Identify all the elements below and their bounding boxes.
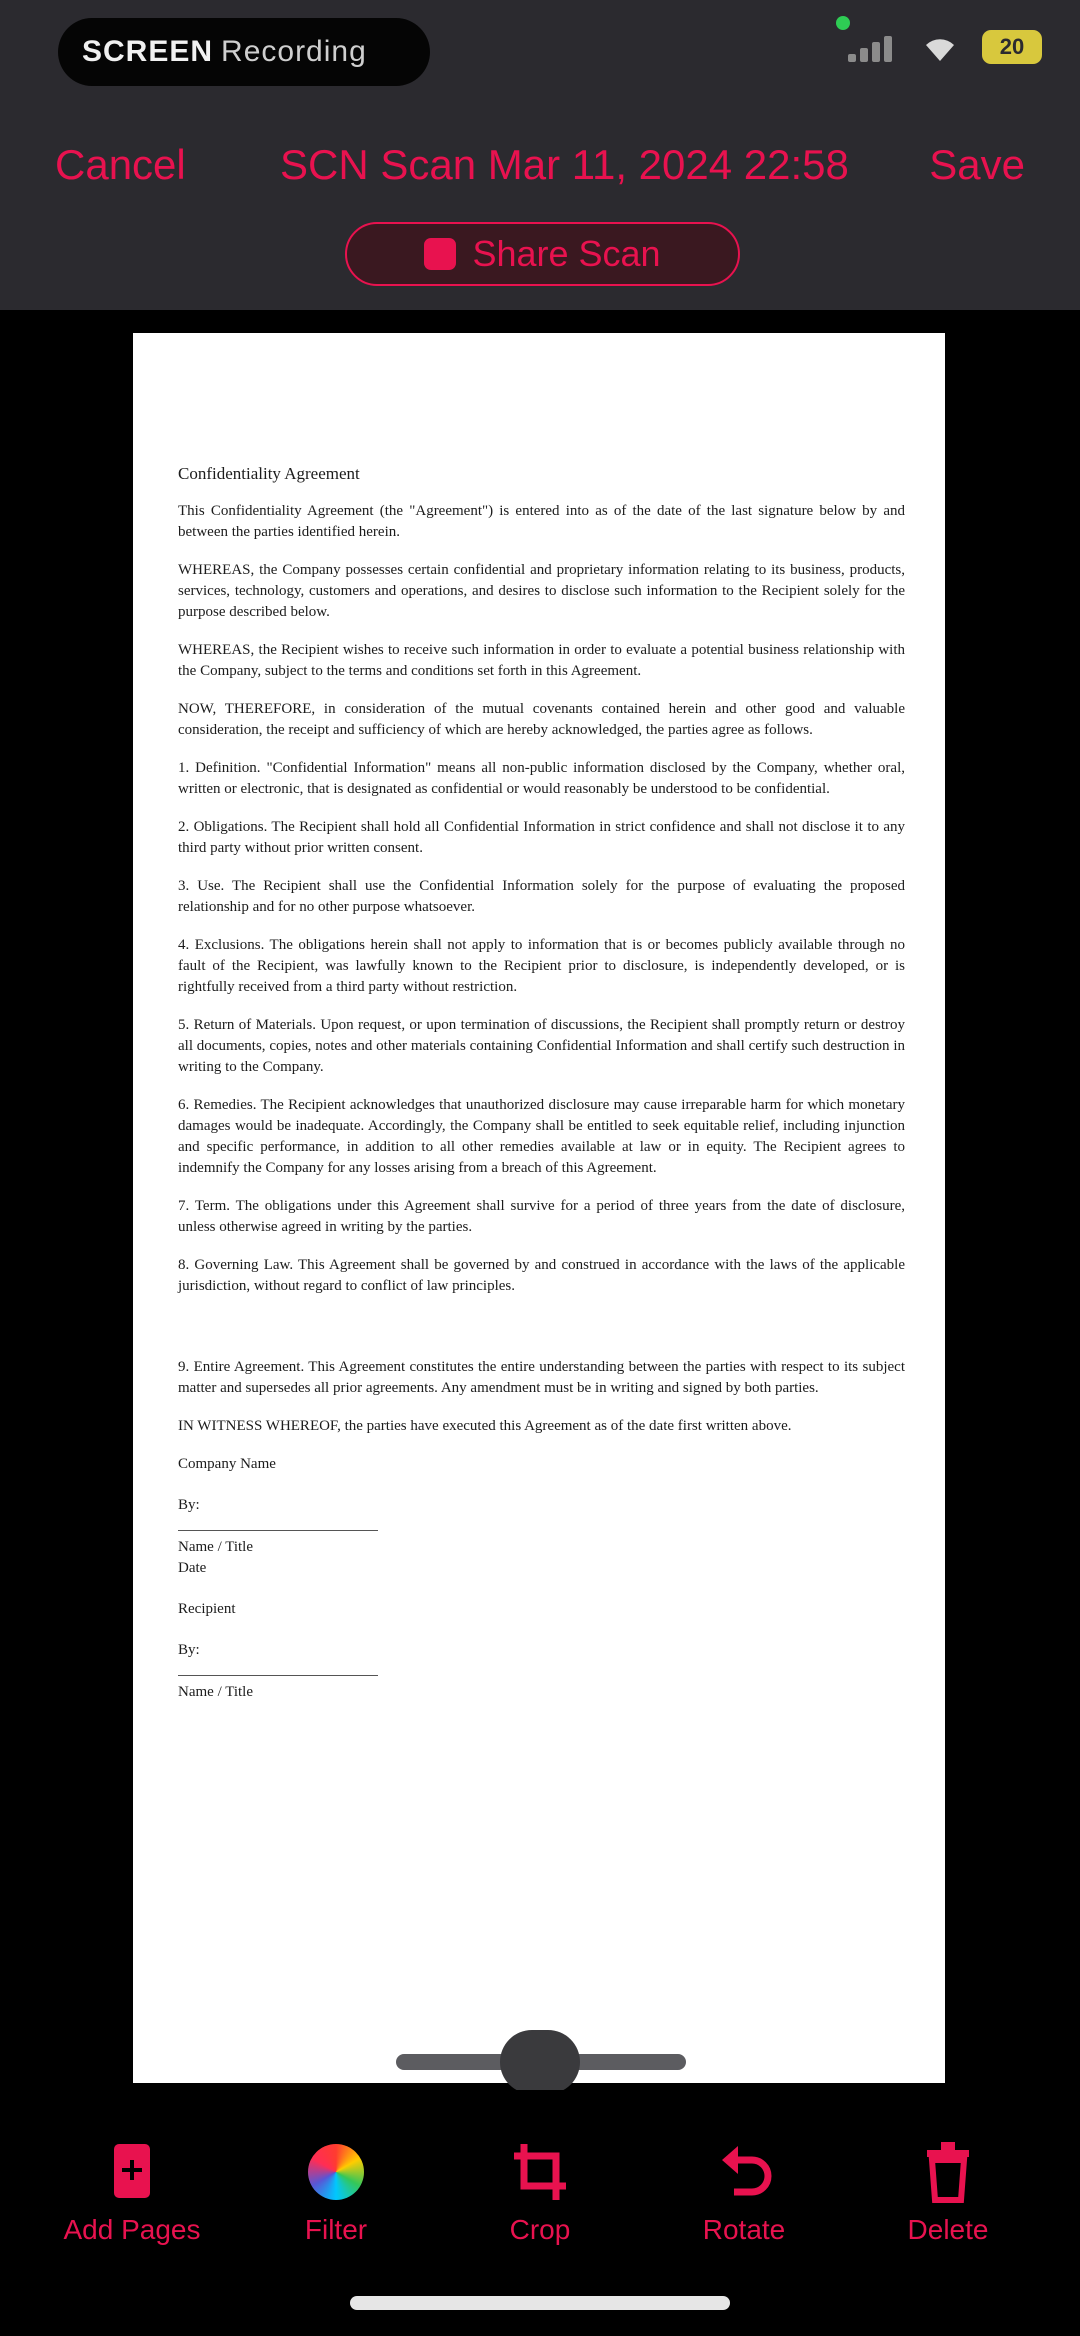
signature-line [178,1661,378,1676]
rotate-button[interactable]: Rotate [654,2138,834,2246]
recording-sublabel: Recording [221,35,367,68]
date-label: Date [178,1560,207,1576]
wifi-icon [926,39,954,61]
document-paragraph: WHEREAS, the Company possesses certain c… [178,562,905,620]
share-scan-label: Share Scan [472,233,661,274]
save-button[interactable]: Save [929,140,1025,190]
filter-color-wheel-icon [308,2144,364,2200]
add-page-icon [114,2144,150,2198]
signature-block: 9. Entire Agreement. This Agreement cons… [178,1357,905,1703]
page-scrubber-thumb[interactable] [500,2030,580,2094]
signal-icon [848,32,898,62]
recording-label: SCREEN [82,35,214,68]
name-title-label: Name / Title [178,1539,254,1555]
crop-icon [514,2144,566,2200]
status-icons: 20 [848,30,1042,64]
document-paragraph: IN WITNESS WHEREOF, the parties have exe… [178,1418,792,1434]
document-paragraph: 8. Governing Law. This Agreement shall b… [178,1257,905,1294]
document-paragraph: 3. Use. The Recipient shall use the Conf… [178,878,905,915]
scan-title[interactable]: SCN Scan Mar 11, 2024 22:58 [280,140,849,190]
document-paragraph: NOW, THEREFORE, in consideration of the … [178,701,905,738]
share-scan-button[interactable]: Share Scan [345,222,740,286]
crop-label: Crop [509,2214,571,2245]
scanned-document-page[interactable]: Confidentiality Agreement This Confident… [133,333,945,2083]
delete-button[interactable]: Delete [858,2138,1038,2246]
filter-label: Filter [304,2214,368,2245]
delete-label: Delete [907,2214,989,2245]
status-bar: SCREEN Recording 20 [0,0,1080,110]
screen-recording-indicator[interactable]: SCREEN Recording [58,18,430,86]
party-one-name: Company Name [178,1456,276,1472]
crop-button[interactable]: Crop [450,2138,630,2246]
trash-icon [927,2142,969,2203]
signature-line [178,1516,378,1531]
rotate-icon [722,2146,772,2196]
cancel-button[interactable]: Cancel [55,140,186,190]
by-label: By: [178,1497,200,1513]
document-paragraph: 2. Obligations. The Recipient shall hold… [178,819,905,856]
document-paragraph: 5. Return of Materials. Upon request, or… [178,1017,905,1075]
battery-level: 20 [999,34,1025,59]
add-pages-label: Add Pages [63,2214,201,2245]
home-indicator[interactable] [350,2296,730,2310]
document-paragraph: 9. Entire Agreement. This Agreement cons… [178,1359,905,1396]
add-pages-button[interactable]: Add Pages [42,2138,222,2246]
document-paragraph: WHEREAS, the Recipient wishes to receive… [178,642,905,679]
document-paragraph: 6. Remedies. The Recipient acknowledges … [178,1097,905,1176]
battery-icon: 20 [982,30,1042,64]
share-icon [424,238,457,270]
document-paragraph: 1. Definition. "Confidential Information… [178,760,905,797]
privacy-indicator-dot [836,16,850,30]
filter-button[interactable]: Filter [246,2138,426,2246]
document-paragraph: This Confidentiality Agreement (the "Agr… [178,503,905,540]
document-heading: Confidentiality Agreement [178,464,360,483]
navigation-bar: Cancel SCN Scan Mar 11, 2024 22:58 Save … [0,110,1080,310]
recipient-name-label: Name / Title [178,1684,254,1700]
rotate-label: Rotate [702,2214,786,2245]
document-paragraph: 7. Term. The obligations under this Agre… [178,1198,905,1235]
by-label: By: [178,1642,200,1658]
document-paragraph: 4. Exclusions. The obligations herein sh… [178,937,905,995]
party-two-name: Recipient [178,1601,236,1617]
